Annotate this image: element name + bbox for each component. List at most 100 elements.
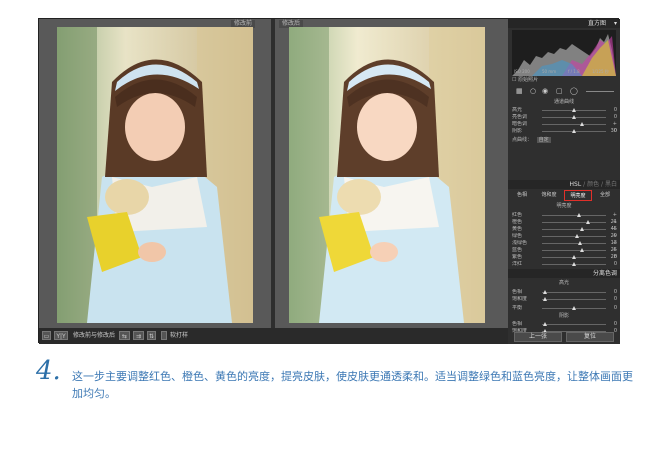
before-photo	[57, 27, 253, 323]
tone-row[interactable]: 阴影 0	[510, 128, 618, 135]
shadows-title: 阴影	[558, 313, 569, 319]
tone-value: 0	[613, 107, 617, 113]
luminance-slider[interactable]	[542, 248, 606, 252]
shadow-label: 色相	[512, 321, 523, 327]
tone-value: 0	[613, 114, 617, 120]
balance-track[interactable]	[542, 306, 606, 310]
luminance-slider-knob[interactable]	[586, 220, 591, 224]
tone-row[interactable]: 暗色调 + 30	[510, 121, 618, 134]
swap-views-icon[interactable]: ⇅	[147, 331, 156, 340]
develop-panel: 直方图 ▾ ISO 200 50 mm f / 1.8 1/125 秒 ☐ 原始…	[508, 19, 620, 344]
luminance-row[interactable]: 绿色 + 13	[510, 233, 618, 246]
luminance-slider-knob[interactable]	[575, 234, 580, 238]
shadow-slider-knob[interactable]	[543, 322, 548, 326]
tab-all[interactable]: 全部	[594, 190, 616, 201]
balance-label: 平衡	[512, 305, 523, 311]
balance-row[interactable]: 平衡 0	[510, 305, 618, 312]
highlight-slider[interactable]	[542, 297, 606, 301]
luminance-row[interactable]: 浅绿色 + 25	[510, 240, 618, 253]
luminance-label: 黄色	[512, 226, 523, 232]
luminance-section-title: 明亮度	[556, 203, 572, 209]
luminance-slider-knob[interactable]	[579, 227, 584, 231]
highlight-row[interactable]: 色相 0	[510, 289, 618, 296]
tone-slider[interactable]	[542, 122, 606, 126]
compare-divider[interactable]	[271, 19, 275, 328]
luminance-slider[interactable]	[542, 241, 606, 245]
point-curve-value[interactable]: 自定	[536, 137, 551, 143]
tone-slider[interactable]	[542, 108, 606, 112]
balance-knob[interactable]	[572, 306, 576, 310]
luminance-row[interactable]: 紫色 0	[510, 254, 618, 261]
luminance-slider[interactable]	[542, 234, 606, 238]
softproof-checkbox[interactable]	[161, 331, 167, 340]
hsl-bw-label[interactable]: 黑白	[605, 181, 620, 188]
histogram-header[interactable]: 直方图 ▾	[508, 19, 620, 28]
luminance-row[interactable]: 黄色 + 29	[510, 226, 618, 239]
highlight-slider[interactable]	[542, 290, 606, 294]
loupe-view-icon[interactable]: ▭	[42, 331, 51, 340]
luminance-row[interactable]: 红色 + 21	[510, 212, 618, 225]
reset-button[interactable]: 复位	[566, 332, 614, 342]
highlight-slider-knob[interactable]	[543, 290, 548, 294]
luminance-slider[interactable]	[542, 262, 606, 266]
caption-text: 这一步主要调整红色、橙色、黄色的亮度，提亮皮肤，使皮肤更通透柔和。适当调整绿色和…	[72, 370, 633, 400]
shadow-row[interactable]: 色相 0	[510, 321, 618, 328]
luminance-row[interactable]: 蓝色 + 28	[510, 247, 618, 260]
tone-slider-knob[interactable]	[572, 115, 576, 119]
bottom-toolbar: ▭ Y|Y 修改前与修改后 ⇆ ⇉ ⇅ 软打样	[39, 328, 508, 344]
grid-tool-icon[interactable]: ▦	[516, 87, 523, 96]
luminance-slider-knob[interactable]	[572, 255, 576, 259]
histogram: ISO 200 50 mm f / 1.8 1/125 秒	[512, 30, 616, 76]
tool-strip: ▦ ○ ◉ ▢ ◯	[512, 87, 616, 96]
luminance-value: 0	[613, 254, 617, 260]
collapse-icon[interactable]: ▾	[614, 19, 617, 28]
compare-mode-button[interactable]: Y|Y	[54, 331, 68, 340]
luminance-slider-knob[interactable]	[579, 248, 584, 252]
luminance-slider[interactable]	[542, 220, 606, 224]
tone-slider[interactable]	[542, 129, 606, 133]
brush-slider[interactable]	[586, 91, 614, 92]
luminance-row[interactable]: 洋红 0	[510, 261, 618, 268]
luminance-slider[interactable]	[542, 227, 606, 231]
hsl-color-label[interactable]: 颜色	[587, 181, 599, 188]
tone-label: 阴影	[512, 128, 523, 134]
previous-button[interactable]: 上一张	[514, 332, 562, 342]
tone-slider-knob[interactable]	[572, 108, 576, 112]
swap-icon[interactable]: ⇆	[119, 331, 130, 340]
luminance-slider-knob[interactable]	[578, 241, 583, 245]
crop-tool-icon[interactable]: ○	[530, 87, 536, 96]
shadow-slider[interactable]	[542, 322, 606, 326]
tab-hue[interactable]: 色相	[510, 190, 534, 201]
tone-slider[interactable]	[542, 115, 606, 119]
point-curve-row[interactable]: 点曲线： 自定	[512, 137, 616, 144]
filter-icon[interactable]: ◯	[570, 87, 578, 96]
hsl-sep: /	[583, 181, 586, 188]
luminance-row[interactable]: 橙色 + 45	[510, 219, 618, 232]
highlight-row[interactable]: 饱和度 0	[510, 296, 618, 303]
split-toning-header[interactable]: 分离色调	[508, 269, 620, 278]
tab-luminance[interactable]: 明亮度	[564, 190, 592, 201]
highlight-value: 0	[613, 289, 617, 295]
redeye-icon[interactable]: ▢	[556, 87, 563, 96]
histogram-info-aperture: f / 1.8	[568, 69, 580, 74]
luminance-slider-knob[interactable]	[577, 213, 582, 217]
compare-viewer: 修改前 修改后	[39, 19, 508, 328]
point-curve-label: 点曲线：	[512, 137, 533, 143]
highlight-label: 饱和度	[512, 296, 528, 302]
tone-curve-title: 通道曲线	[553, 99, 574, 105]
highlight-slider-knob[interactable]	[543, 297, 548, 301]
hsl-header[interactable]: HSL / 颜色 / 黑白	[508, 180, 620, 189]
copy-settings-icon[interactable]: ⇉	[133, 331, 144, 340]
luminance-slider[interactable]	[542, 255, 606, 259]
luminance-slider-knob[interactable]	[572, 262, 576, 266]
spot-removal-icon[interactable]: ◉	[542, 87, 548, 96]
checkbox-icon[interactable]: ☐	[512, 77, 516, 83]
original-photo-toggle[interactable]: ☐ 原始照片	[512, 77, 616, 84]
luminance-value: 0	[613, 261, 617, 267]
tone-slider-knob[interactable]	[572, 129, 576, 133]
tone-slider-knob[interactable]	[579, 122, 584, 126]
tone-row[interactable]: 亮色调 0	[510, 114, 618, 121]
tab-saturation[interactable]: 饱和度	[536, 190, 562, 201]
tone-row[interactable]: 高光 0	[510, 107, 618, 114]
luminance-slider[interactable]	[542, 213, 606, 217]
